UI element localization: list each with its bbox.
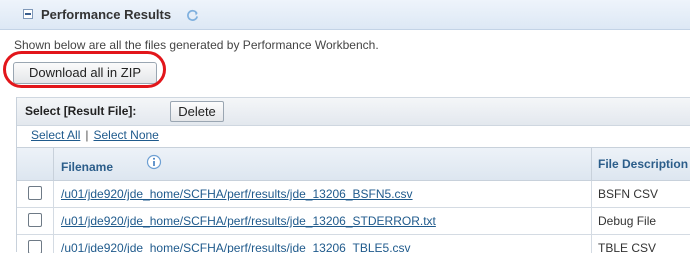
column-header-filename[interactable]: Filename [61,160,113,174]
row-select-cell [17,208,54,234]
row-select-cell [17,235,54,253]
select-column-header [17,148,54,180]
table-row: /u01/jde920/jde_home/SCFHA/perf/results/… [17,208,690,235]
table-row: /u01/jde920/jde_home/SCFHA/perf/results/… [17,181,690,208]
filename-link[interactable]: /u01/jde920/jde_home/SCFHA/perf/results/… [61,241,411,253]
column-header-file-description[interactable]: File Description [598,157,688,171]
section-header: Performance Results [0,0,690,30]
file-description: TBLE CSV [598,241,657,253]
refresh-icon[interactable] [185,8,200,23]
selection-links: Select All | Select None [31,128,159,142]
select-none-link[interactable]: Select None [93,128,158,142]
collapse-icon[interactable] [23,9,33,19]
filename-link[interactable]: /u01/jde920/jde_home/SCFHA/perf/results/… [61,187,413,201]
results-panel: Select [Result File]: Delete Select All |… [16,97,690,253]
results-table: Filename File Description /u01/jde920/jd… [17,147,690,253]
table-header-row: Filename File Description [17,148,690,181]
row-checkbox[interactable] [28,186,42,200]
highlight-annotation [3,51,166,88]
delete-button[interactable]: Delete [170,101,224,122]
file-description: Debug File [598,214,657,228]
file-description-cell: BSFN CSV [591,181,690,207]
row-checkbox[interactable] [28,213,42,227]
row-select-cell [17,181,54,207]
select-result-file-label: Select [Result File]: [25,104,137,118]
info-icon[interactable] [146,154,162,170]
table-row: /u01/jde920/jde_home/SCFHA/perf/results/… [17,235,690,253]
file-description-cell: Debug File [591,208,690,234]
file-description: BSFN CSV [598,187,659,201]
results-toolbar: Select [Result File]: Delete [17,97,690,126]
section-title: Performance Results [41,7,172,22]
section-description: Shown below are all the files generated … [14,38,379,52]
file-description-cell: TBLE CSV [591,235,690,253]
link-separator: | [85,128,89,142]
column-header-file-description-cell: File Description [591,148,690,180]
select-all-link[interactable]: Select All [31,128,80,142]
filename-link[interactable]: /u01/jde920/jde_home/SCFHA/perf/results/… [61,214,436,228]
row-checkbox[interactable] [28,240,42,253]
